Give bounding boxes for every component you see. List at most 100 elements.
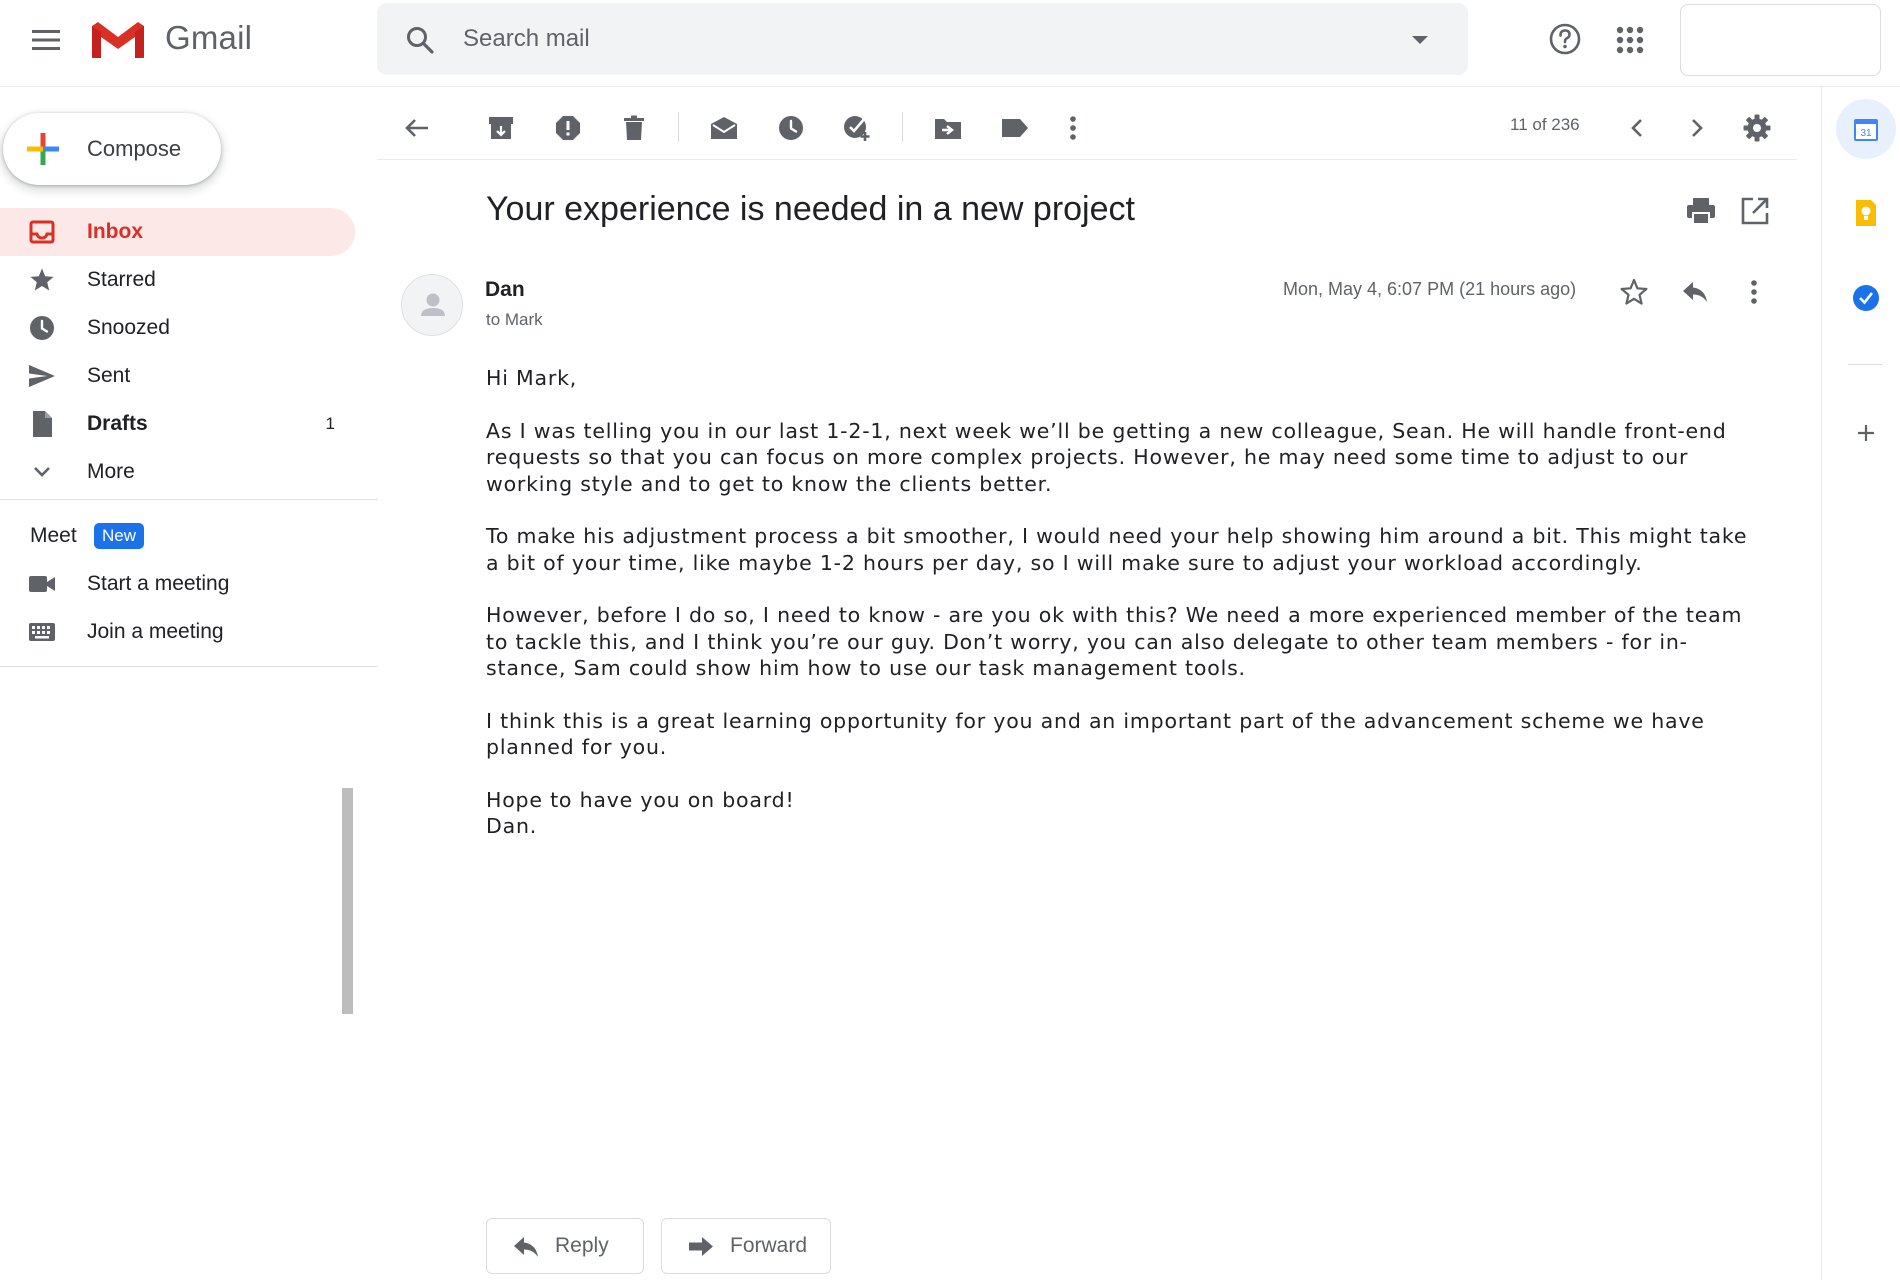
tasks-icon xyxy=(1853,285,1879,311)
body-line: However, before I do so, I need to know … xyxy=(486,603,1743,627)
chevron-down-icon xyxy=(28,458,56,486)
mark-unread-button[interactable] xyxy=(704,108,744,148)
get-addons-button[interactable] xyxy=(1836,403,1896,463)
sender-name[interactable]: Dan xyxy=(485,278,525,302)
apps-icon[interactable] xyxy=(1610,20,1650,60)
meet-new-badge: New xyxy=(94,523,145,549)
more-vert-icon xyxy=(1751,280,1757,304)
sidebar-item-sent[interactable]: Sent xyxy=(0,352,355,400)
delete-icon xyxy=(624,115,644,140)
sidebar-item-label: Snoozed xyxy=(87,316,170,339)
inbox-icon xyxy=(28,218,56,246)
top-bar: Gmail xyxy=(0,0,1900,87)
compose-label: Compose xyxy=(87,136,182,161)
sidebar-item-inbox[interactable]: Inbox xyxy=(0,208,355,256)
forward-label: Forward xyxy=(730,1234,808,1257)
calendar-day: 31 xyxy=(1860,128,1872,139)
keep-icon xyxy=(1856,200,1876,226)
menu-icon xyxy=(32,30,60,50)
start-meeting-item[interactable]: Start a meeting xyxy=(0,560,355,608)
sidebar-item-more[interactable]: More xyxy=(0,448,355,496)
print-icon[interactable] xyxy=(1684,194,1718,228)
meet-item-label: Join a meeting xyxy=(87,620,224,643)
clock-icon xyxy=(28,314,56,342)
person-icon xyxy=(421,293,445,316)
more-options-button[interactable] xyxy=(1053,108,1093,148)
meet-section-title: Meet xyxy=(30,524,77,547)
label-icon xyxy=(1002,119,1028,137)
chevron-left-icon xyxy=(1631,119,1642,137)
settings-button[interactable] xyxy=(1737,108,1777,148)
message-toolbar: 11 of 236 xyxy=(377,100,1797,160)
draft-icon xyxy=(28,410,56,438)
move-to-icon xyxy=(935,119,961,139)
account-area[interactable] xyxy=(1680,4,1881,76)
side-panel-separator xyxy=(1848,364,1882,365)
calendar-icon: 31 xyxy=(1854,119,1878,141)
sidebar-item-snoozed[interactable]: Snoozed xyxy=(0,304,355,352)
app-name[interactable]: Gmail xyxy=(165,19,252,57)
pagination-text: 11 of 236 xyxy=(1510,115,1580,134)
snooze-button[interactable] xyxy=(771,108,811,148)
body-line: to tackle this, and I think you’re our g… xyxy=(486,629,1688,654)
sidebar-item-label: Inbox xyxy=(87,220,143,243)
report-spam-button[interactable] xyxy=(548,108,588,148)
report-spam-icon xyxy=(556,116,580,140)
add-to-tasks-button[interactable] xyxy=(838,108,878,148)
move-to-button[interactable] xyxy=(928,108,968,148)
body-line: a bit of your time, like maybe 1-2 hours… xyxy=(486,550,1643,575)
email-subject: Your experience is needed in a new proje… xyxy=(486,190,1135,228)
more-vert-icon xyxy=(1070,116,1076,140)
sidebar-nav: Inbox Starred Snoozed Sent Drafts 1 More xyxy=(0,208,355,496)
newer-button[interactable] xyxy=(1617,108,1657,148)
forward-action-button[interactable]: Forward xyxy=(661,1218,831,1274)
reply-action-button[interactable]: Reply xyxy=(486,1218,644,1274)
gmail-logo[interactable] xyxy=(88,18,148,62)
open-new-window-icon[interactable] xyxy=(1738,194,1772,228)
sidebar-scrollbar[interactable] xyxy=(342,788,353,1014)
star-button[interactable] xyxy=(1614,272,1654,312)
avatar[interactable] xyxy=(401,274,463,336)
reply-icon xyxy=(514,1237,538,1257)
calendar-app-button[interactable]: 31 xyxy=(1836,99,1896,159)
body-paragraph: Hi Mark, xyxy=(486,365,1776,392)
side-panel-divider xyxy=(1821,87,1822,1280)
join-meeting-item[interactable]: Join a meeting xyxy=(0,608,355,656)
reply-button[interactable] xyxy=(1675,272,1715,312)
body-line: Hi Mark, xyxy=(486,366,578,390)
meet-item-label: Start a meeting xyxy=(87,572,230,595)
compose-plus-icon xyxy=(27,133,59,165)
help-icon[interactable] xyxy=(1543,17,1587,61)
chevron-right-icon xyxy=(1692,119,1703,137)
search-input[interactable] xyxy=(463,19,1363,59)
reply-icon xyxy=(1683,282,1707,302)
body-line: To make his adjustment process a bit smo… xyxy=(486,524,1748,548)
labels-button[interactable] xyxy=(995,108,1035,148)
plus-icon xyxy=(1858,425,1874,441)
search-bar xyxy=(377,3,1468,75)
sidebar-item-drafts[interactable]: Drafts 1 xyxy=(0,400,355,448)
body-paragraph: As I was telling you in our last 1-2-1, … xyxy=(486,418,1776,498)
body-line: requests so that you can focus on more c… xyxy=(486,445,1689,469)
message-more-button[interactable] xyxy=(1734,272,1774,312)
search-icon[interactable] xyxy=(405,25,435,55)
delete-button[interactable] xyxy=(614,108,654,148)
reply-label: Reply xyxy=(555,1234,609,1257)
main-menu-button[interactable] xyxy=(22,16,70,64)
sidebar-item-label: Sent xyxy=(87,364,131,387)
compose-button[interactable]: Compose xyxy=(3,113,221,185)
star-icon xyxy=(1620,278,1648,305)
search-options-caret-icon[interactable] xyxy=(1412,36,1428,44)
recipient-line[interactable]: to Mark xyxy=(486,310,543,330)
older-button[interactable] xyxy=(1677,108,1717,148)
keyboard-icon xyxy=(28,618,56,646)
archive-button[interactable] xyxy=(481,108,521,148)
mark-unread-icon xyxy=(711,117,737,139)
back-button[interactable] xyxy=(397,108,437,148)
add-to-tasks-icon xyxy=(844,116,870,141)
body-line: Hope to have you on board! xyxy=(486,787,795,812)
keep-app-button[interactable] xyxy=(1836,183,1896,243)
sidebar-item-starred[interactable]: Starred xyxy=(0,256,355,304)
body-line: As I was telling you in our last 1-2-1, … xyxy=(486,418,1727,443)
tasks-app-button[interactable] xyxy=(1836,268,1896,328)
